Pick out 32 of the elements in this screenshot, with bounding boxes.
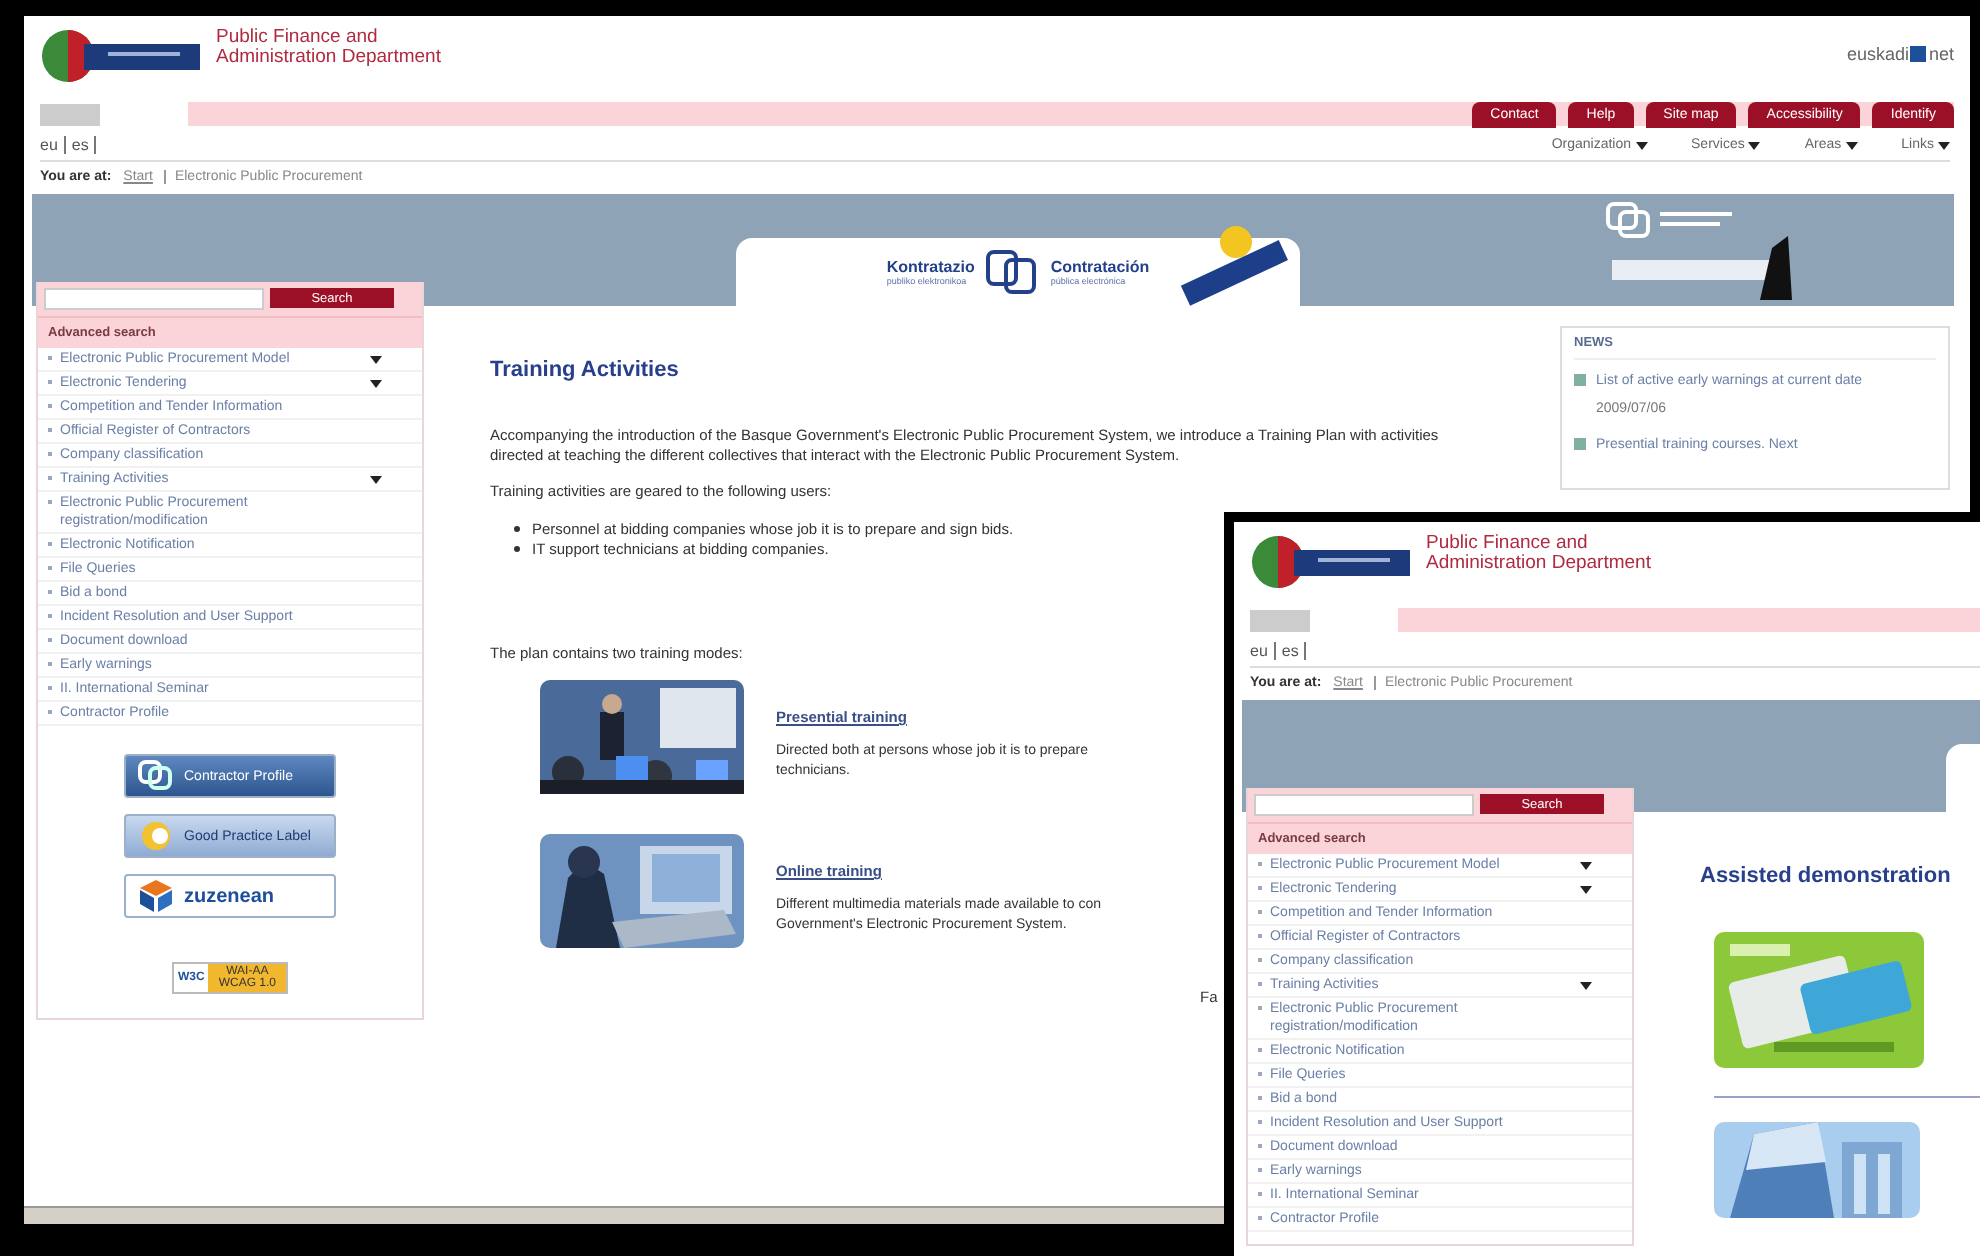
search-field[interactable] [44,288,264,310]
caret-icon [1635,141,1648,149]
language-link[interactable]: eu [1250,642,1276,660]
square-icon [1910,46,1927,62]
department-name: Public Finance and Administration Department [1426,534,1653,574]
department-name: Public Finance and Administration Department [216,28,443,68]
logo-text: euskadi [1846,44,1909,64]
square-icon [1574,438,1586,450]
government-logo-icon [40,28,200,84]
linked-squares-icon [138,758,174,794]
language-link[interactable]: es [1281,642,1307,660]
caret-icon [1938,141,1950,149]
language-link[interactable]: eu [40,136,66,154]
caret-icon [1845,141,1858,149]
cube-icon [138,878,174,914]
tab-block [40,103,100,125]
logo-text: Contratación [1050,258,1150,276]
bullet-icon [514,526,520,532]
page-title: Assisted demonstration [1700,864,1953,888]
sun-icon [138,818,174,854]
logo-text: Kontratazio [886,258,975,276]
logo-text: net [1928,44,1954,64]
linked-squares-icon [986,250,1039,294]
page-title: Training Activities [490,358,681,382]
search-field[interactable] [1254,794,1474,816]
banner-link[interactable]: zuzenean [124,874,336,918]
bullet-icon [514,546,520,552]
caret-icon [1748,141,1761,149]
language-link[interactable]: es [71,136,97,154]
tab-block [1250,609,1310,631]
square-icon [1574,374,1586,386]
government-logo-icon [1250,534,1410,590]
